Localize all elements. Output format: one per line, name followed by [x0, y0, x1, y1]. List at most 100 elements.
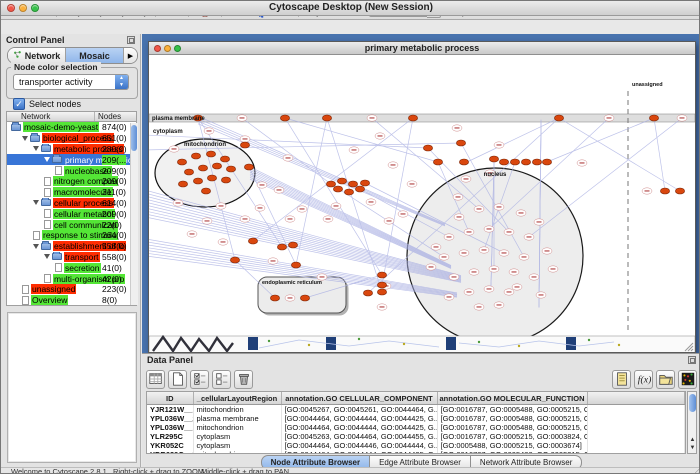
selected-gene-node[interactable]: [499, 159, 508, 165]
selected-gene-node[interactable]: [212, 163, 221, 169]
tree-row-cell-communicati[interactable]: cell communicati22(0): [7, 219, 136, 230]
tree-row-cellular-process[interactable]: cellular process614(0): [7, 198, 136, 209]
disclosure-triangle-icon[interactable]: [44, 254, 50, 259]
tree-row-multi-organism-pro[interactable]: multi-organism pro42(0): [7, 273, 136, 284]
selected-gene-node[interactable]: [300, 295, 309, 301]
selected-gene-node[interactable]: [408, 115, 417, 121]
selected-gene-node[interactable]: [270, 295, 279, 301]
table-row[interactable]: YLR295Ccytoplasm[GO:0045263, GO:0044464,…: [147, 432, 685, 441]
selected-gene-node[interactable]: [360, 180, 369, 186]
selected-gene-node[interactable]: [377, 289, 386, 295]
tree-row-primary-metabolic[interactable]: primary metabolic209(...: [7, 154, 136, 165]
table-row[interactable]: YPL036W__2plasma membrane[GO:0044464, GO…: [147, 414, 685, 423]
selected-gene-node[interactable]: [326, 181, 335, 187]
tab-network[interactable]: Network: [8, 48, 66, 63]
selected-gene-node[interactable]: [280, 115, 289, 121]
import-attributes-icon[interactable]: [612, 370, 631, 389]
table-scrollbar-thumb[interactable]: [689, 394, 696, 412]
column-header--cellularlayoutregion[interactable]: _cellularLayoutRegion: [193, 392, 281, 405]
selected-gene-node[interactable]: [489, 156, 498, 162]
table-row[interactable]: YKR052Ccytoplasm[GO:0044464, GO:0044446,…: [147, 441, 685, 450]
selected-gene-node[interactable]: [178, 181, 187, 187]
formula-builder-icon[interactable]: f(x): [634, 370, 653, 389]
column-header-id[interactable]: ID: [147, 392, 193, 405]
tree-row-macromolecule[interactable]: macromolecule311(0): [7, 187, 136, 198]
selected-gene-node[interactable]: [177, 159, 186, 165]
delete-attribute-icon[interactable]: [234, 370, 253, 389]
tab-mosaic[interactable]: Mosaic: [66, 48, 124, 63]
selected-gene-node[interactable]: [240, 142, 249, 148]
selected-gene-node[interactable]: [333, 186, 342, 192]
tree-row-biological-process[interactable]: biological_process651(0): [7, 133, 136, 144]
selected-gene-node[interactable]: [377, 272, 386, 278]
selected-gene-node[interactable]: [521, 159, 530, 165]
selected-gene-node[interactable]: [532, 159, 541, 165]
selected-gene-node[interactable]: [355, 186, 364, 192]
selected-gene-node[interactable]: [184, 169, 193, 175]
selected-gene-node[interactable]: [337, 178, 346, 184]
attribute-matrix-icon[interactable]: [146, 370, 165, 389]
selected-gene-node[interactable]: [348, 181, 357, 187]
column-header-annotation-go-cellular-component[interactable]: annotation.GO CELLULAR_COMPONENT: [281, 392, 437, 405]
selected-gene-node[interactable]: [288, 242, 297, 248]
selected-gene-node[interactable]: [244, 164, 253, 170]
table-row[interactable]: YDR039C__1mitochondrion[GO:0044464, GO:0…: [147, 450, 685, 454]
tree-scrollbar[interactable]: [130, 123, 138, 305]
selected-gene-node[interactable]: [207, 175, 216, 181]
mosaic-matrix-icon[interactable]: [678, 370, 697, 389]
birdseye-view[interactable]: [7, 312, 137, 463]
tree-scrollbar-thumb[interactable]: [131, 125, 137, 151]
tree-header-nodes[interactable]: Nodes: [95, 112, 136, 121]
selected-gene-node[interactable]: [344, 189, 353, 195]
tree-row-mosaic-demo-yeast[interactable]: mosaic-demo-yeast874(0): [7, 122, 136, 133]
tree-row-metabolic-process[interactable]: metabolic process280(0): [7, 144, 136, 155]
disclosure-triangle-icon[interactable]: [33, 146, 39, 151]
tree-row-nitrogen-compou[interactable]: nitrogen compou209(0): [7, 176, 136, 187]
selected-gene-node[interactable]: [510, 159, 519, 165]
tree-header-network[interactable]: Network: [7, 112, 95, 121]
selected-gene-node[interactable]: [248, 238, 257, 244]
selected-gene-node[interactable]: [649, 115, 658, 121]
data-panel-float-icon[interactable]: [688, 356, 696, 364]
selected-gene-node[interactable]: [220, 156, 229, 162]
selected-gene-node[interactable]: [554, 115, 563, 121]
scroll-up-icon[interactable]: ▲: [689, 436, 696, 444]
selected-gene-node[interactable]: [322, 115, 331, 121]
tree-row-overview[interactable]: Overview8(0): [7, 295, 136, 306]
selected-gene-node[interactable]: [377, 282, 386, 288]
selected-gene-node[interactable]: [198, 165, 207, 171]
load-attributes-icon[interactable]: [656, 370, 675, 389]
disclosure-triangle-icon[interactable]: [22, 136, 28, 141]
selected-gene-node[interactable]: [291, 262, 300, 268]
selected-gene-node[interactable]: [456, 140, 465, 146]
selected-gene-node[interactable]: [226, 166, 235, 172]
network-window-titlebar[interactable]: primary metabolic process: [149, 42, 695, 55]
tree-row-establishment-of-lo[interactable]: establishment of lo558(0): [7, 241, 136, 252]
float-panel-icon[interactable]: [127, 36, 135, 44]
tree-row-unassigned[interactable]: unassigned223(0): [7, 284, 136, 295]
tree-row-transport[interactable]: transport558(0): [7, 252, 136, 263]
table-scrollbar[interactable]: ▲ ▼: [687, 391, 697, 454]
selected-gene-node[interactable]: [423, 145, 432, 151]
table-row[interactable]: YPL036W__1mitochondrion[GO:0044464, GO:0…: [147, 423, 685, 432]
column-header-annotation-go-molecular-function[interactable]: annotation.GO MOLECULAR_FUNCTION: [437, 392, 587, 405]
selected-gene-node[interactable]: [542, 159, 551, 165]
selected-gene-node[interactable]: [433, 159, 442, 165]
tree-row-response-to-stimulu[interactable]: response to stimulu264(0): [7, 230, 136, 241]
selected-gene-node[interactable]: [277, 244, 286, 250]
new-attribute-icon[interactable]: [168, 370, 187, 389]
selected-gene-node[interactable]: [660, 188, 669, 194]
disclosure-triangle-icon[interactable]: [33, 200, 39, 205]
selected-gene-node[interactable]: [675, 188, 684, 194]
selected-gene-node[interactable]: [363, 290, 372, 296]
selected-gene-node[interactable]: [201, 188, 210, 194]
selected-gene-node[interactable]: [230, 257, 239, 263]
table-row[interactable]: YJR121W__1mitochondrion[GO:0045267, GO:0…: [147, 405, 685, 415]
disclosure-triangle-icon[interactable]: [44, 157, 50, 162]
disclosure-triangle-icon[interactable]: [33, 244, 39, 249]
resize-grip[interactable]: [692, 468, 700, 474]
network-canvas[interactable]: plasma membranecytoplasmmitochondrionnuc…: [149, 55, 695, 352]
selected-gene-node[interactable]: [221, 177, 230, 183]
selected-gene-node[interactable]: [193, 178, 202, 184]
tree-row-cellular-metabol[interactable]: cellular metabol209(0): [7, 208, 136, 219]
